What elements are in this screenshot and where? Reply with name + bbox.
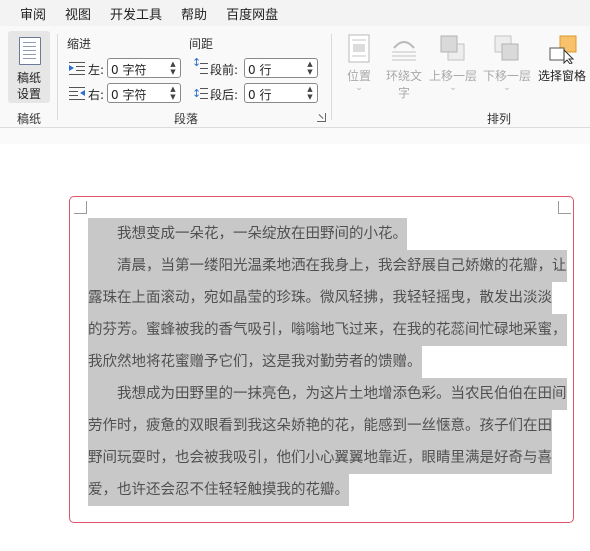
- left-indent-icon: [69, 62, 85, 76]
- spacing-before-icon: ↕: [192, 57, 208, 75]
- manuscript-label-line1: 稿纸: [16, 71, 41, 85]
- wrap-text-button[interactable]: 环绕文 字: [382, 34, 426, 101]
- selection-pane-button[interactable]: 选择窗格: [536, 34, 588, 84]
- spacing-before-value: 0 行: [248, 63, 272, 77]
- wrap-text-label-line1: 环绕文: [385, 69, 422, 83]
- menu-review[interactable]: 审阅: [20, 4, 46, 23]
- manuscript-paper-icon: [19, 37, 41, 65]
- position-button[interactable]: 位置 ⌄: [340, 34, 378, 93]
- bring-forward-label: 上移一层: [428, 69, 477, 83]
- margin-corner-marker: [558, 201, 571, 214]
- manuscript-label-line2: 设置: [16, 87, 41, 101]
- send-backward-label: 下移一层: [482, 69, 531, 83]
- paragraph-group-label: 段落: [174, 112, 199, 126]
- manuscript-group-label: 稿纸: [17, 112, 42, 126]
- indent-header: 缩进: [67, 37, 92, 51]
- spacing-before-label: 段前:: [210, 63, 239, 77]
- document-gutter: [0, 128, 590, 144]
- text-line[interactable]: 露珠在上面滚动，宛如晶莹的珍珠。微风轻拂，我轻轻摇曳，散发出淡淡: [88, 282, 558, 314]
- manuscript-settings-button[interactable]: 稿纸 设置: [8, 31, 50, 103]
- text-line[interactable]: 的芬芳。蜜蜂被我的香气吸引，嗡嗡地飞过来，在我的花蕊间忙碌地采蜜，: [88, 314, 567, 346]
- highlighted-text: 爱，也许还会忍不住轻轻触摸我的花瓣。: [88, 474, 349, 506]
- group-separator: [57, 34, 58, 120]
- bring-forward-icon: [440, 35, 465, 61]
- left-indent-label: 左:: [88, 63, 105, 77]
- arrange-group-label: 排列: [487, 112, 512, 126]
- wrap-text-label-line2: 字: [397, 86, 410, 100]
- text-line[interactable]: 劳作时，疲惫的双眼看到我这朵娇艳的花，能感到一丝惬意。孩子们在田: [88, 410, 558, 442]
- position-chevron-icon: ⌄: [355, 83, 363, 93]
- spacing-header: 间距: [189, 37, 214, 51]
- highlighted-text: 清晨，当第一缕阳光温柔地洒在我身上，我会舒展自己娇嫩的花瓣，让: [88, 250, 567, 282]
- spacing-before-input[interactable]: 0 行 ▲ ▼: [244, 58, 318, 78]
- right-indent-icon: [69, 87, 85, 101]
- left-indent-input[interactable]: 0 字符 ▲ ▼: [107, 58, 181, 78]
- spacing-after-spin-arrows[interactable]: ▲ ▼: [306, 85, 314, 101]
- highlighted-text: 野间玩耍时，也会被我吸引，他们小心翼翼地靠近，眼睛里满是好奇与喜: [88, 442, 552, 474]
- position-icon: [348, 34, 370, 63]
- bring-forward-chevron-icon: ⌄: [449, 83, 457, 93]
- left-indent-value: 0 字符: [111, 63, 147, 77]
- text-line[interactable]: 我欣然地将花蜜赠予它们，这是我对勤劳者的馈赠。: [88, 346, 558, 378]
- right-indent-spin-arrows[interactable]: ▲ ▼: [169, 85, 177, 101]
- right-indent-value: 0 字符: [111, 88, 147, 102]
- menu-developer[interactable]: 开发工具: [110, 4, 162, 23]
- spacing-after-input[interactable]: 0 行 ▲ ▼: [244, 83, 318, 103]
- bring-forward-button[interactable]: 上移一层 ⌄: [428, 34, 478, 93]
- send-backward-button[interactable]: 下移一层 ⌄: [482, 34, 532, 93]
- selection-pane-label: 选择窗格: [537, 69, 586, 83]
- wrap-text-icon: [392, 41, 416, 61]
- right-indent-label: 右:: [88, 88, 105, 102]
- position-label: 位置: [346, 69, 371, 83]
- spacing-before-spin-arrows[interactable]: ▲ ▼: [306, 60, 314, 76]
- spacing-after-icon: ↕: [192, 86, 208, 100]
- menu-view[interactable]: 视图: [65, 4, 91, 23]
- menu-baidu-netdisk[interactable]: 百度网盘: [226, 4, 278, 23]
- menu-bar: 审阅 视图 开发工具 帮助 百度网盘: [0, 0, 590, 26]
- ribbon: 稿纸 设置 稿纸 缩进 间距 左: 0 字符 ▲ ▼ 右: 0 字符 ▲ ▼ ↕ 段…: [0, 26, 590, 128]
- highlighted-text: 我想变成一朵花，一朵绽放在田野间的小花。: [88, 218, 407, 250]
- text-line[interactable]: 我想变成一朵花，一朵绽放在田野间的小花。: [88, 218, 558, 250]
- highlighted-text: 我想成为田野里的一抹亮色，为这片土地增添色彩。当农民伯伯在田间: [88, 378, 567, 410]
- spacing-after-label: 段后:: [210, 88, 239, 102]
- selection-pane-icon: [549, 35, 577, 65]
- margin-corner-marker: [74, 201, 87, 214]
- highlighted-text: 我欣然地将花蜜赠予它们，这是我对勤劳者的馈赠。: [88, 346, 422, 378]
- send-backward-icon: [494, 35, 519, 61]
- highlighted-text: 劳作时，疲惫的双眼看到我这朵娇艳的花，能感到一丝惬意。孩子们在田: [88, 410, 552, 442]
- highlighted-text: 的芬芳。蜜蜂被我的香气吸引，嗡嗡地飞过来，在我的花蕊间忙碌地采蜜，: [88, 314, 567, 346]
- menu-help[interactable]: 帮助: [181, 4, 207, 23]
- group-separator: [331, 34, 332, 120]
- spacing-after-value: 0 行: [248, 88, 272, 102]
- highlighted-text: 露珠在上面滚动，宛如晶莹的珍珠。微风轻拂，我轻轻摇曳，散发出淡淡: [88, 282, 552, 314]
- paragraph-dialog-launcher-icon[interactable]: [317, 113, 326, 122]
- document-text-body[interactable]: 我想变成一朵花，一朵绽放在田野间的小花。 清晨，当第一缕阳光温柔地洒在我身上，我…: [88, 218, 567, 506]
- text-line[interactable]: 爱，也许还会忍不住轻轻触摸我的花瓣。: [88, 474, 558, 506]
- text-line[interactable]: 清晨，当第一缕阳光温柔地洒在我身上，我会舒展自己娇嫩的花瓣，让: [88, 250, 567, 282]
- left-indent-spin-arrows[interactable]: ▲ ▼: [169, 60, 177, 76]
- send-backward-chevron-icon: ⌄: [503, 83, 511, 93]
- text-line[interactable]: 野间玩耍时，也会被我吸引，他们小心翼翼地靠近，眼睛里满是好奇与喜: [88, 442, 558, 474]
- text-line[interactable]: 我想成为田野里的一抹亮色，为这片土地增添色彩。当农民伯伯在田间: [88, 378, 567, 410]
- right-indent-input[interactable]: 0 字符 ▲ ▼: [107, 83, 181, 103]
